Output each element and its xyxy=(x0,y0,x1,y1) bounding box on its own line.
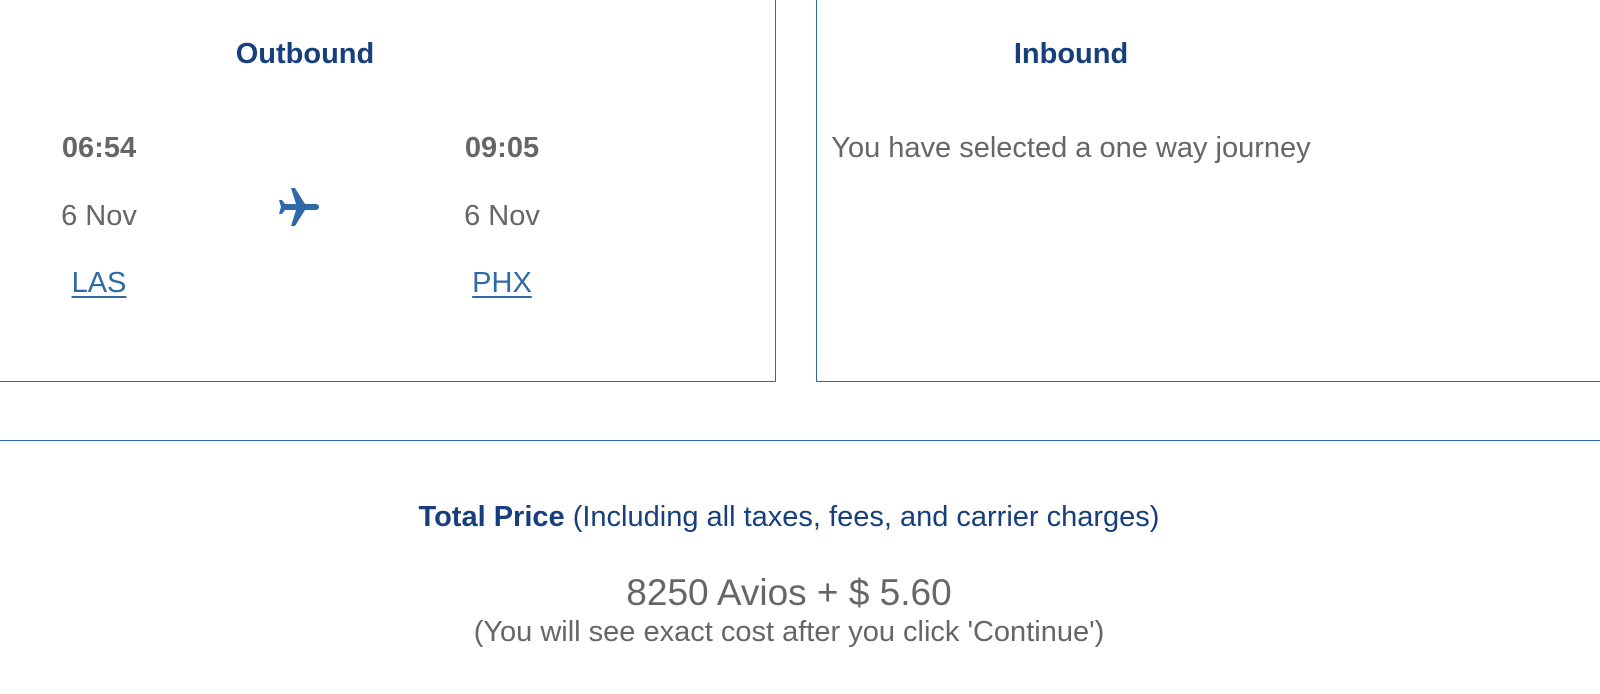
total-price-heading: Total Price (Including all taxes, fees, … xyxy=(0,497,1589,537)
price-amount: 8250 Avios + $ 5.60 xyxy=(626,572,952,613)
inbound-panel: Inbound You have selected a one way jour… xyxy=(816,0,1600,382)
inbound-title: Inbound xyxy=(1013,38,1129,70)
total-price-qualifier: (Including all taxes, fees, and carrier … xyxy=(572,501,1160,533)
one-way-message: You have selected a one way journey xyxy=(831,132,1311,164)
flight-summary-page: Outbound 06:54 6 Nov LAS 09:05 6 Nov PHX… xyxy=(0,0,1600,694)
departure-time: 06:54 xyxy=(61,132,137,164)
departure-airport-link[interactable]: LAS xyxy=(72,263,127,303)
section-divider xyxy=(0,440,1600,441)
arrival-airport-link[interactable]: PHX xyxy=(472,263,532,303)
airplane-icon xyxy=(279,188,319,226)
price-note: (You will see exact cost after you click… xyxy=(473,616,1105,648)
arrival-date: 6 Nov xyxy=(464,200,540,232)
departure-details: 06:54 6 Nov LAS xyxy=(0,128,199,303)
total-price-label: Total Price xyxy=(418,501,565,533)
departure-date: 6 Nov xyxy=(61,200,137,232)
outbound-title: Outbound xyxy=(235,38,375,70)
